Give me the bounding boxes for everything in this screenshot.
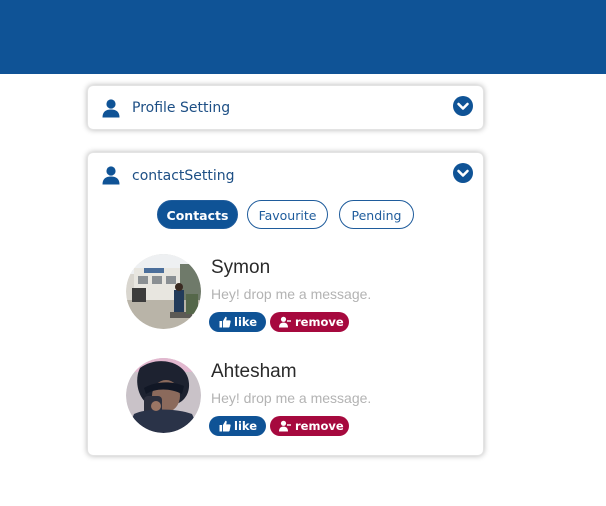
like-label: like [234,419,258,433]
user-icon [102,166,120,185]
user-minus-icon [279,420,291,432]
contact-list-item: Ahtesham Hey! drop me a message. like re… [126,358,466,436]
tab-pending[interactable]: Pending [339,200,414,229]
like-button[interactable]: like [209,416,266,436]
profile-setting-panel: Profile Setting [87,85,484,130]
tab-contacts[interactable]: Contacts [157,200,238,229]
contact-setting-title: contactSetting [132,168,235,184]
remove-label: remove [295,419,344,433]
contact-setting-panel: contactSetting Contacts Favourite Pendin… [87,152,484,456]
contact-list-item: Symon Hey! drop me a message. like remov… [126,254,466,332]
remove-label: remove [295,315,344,329]
contact-setting-header[interactable]: contactSetting [88,153,483,197]
thumbs-up-icon [219,420,231,432]
contact-name: Symon [211,257,271,278]
chevron-down-circle-icon[interactable] [453,96,473,116]
profile-setting-title: Profile Setting [132,100,231,116]
contact-message: Hey! drop me a message. [211,390,372,406]
user-icon [102,99,120,118]
remove-button[interactable]: remove [270,416,349,436]
contact-avatar [126,254,201,329]
user-minus-icon [279,316,291,328]
chevron-down-circle-icon[interactable] [453,163,473,183]
like-button[interactable]: like [209,312,266,332]
contact-avatar [126,358,201,433]
profile-setting-header[interactable]: Profile Setting [88,86,483,130]
contact-message: Hey! drop me a message. [211,286,372,302]
remove-button[interactable]: remove [270,312,349,332]
thumbs-up-icon [219,316,231,328]
contact-name: Ahtesham [211,361,297,382]
top-header-bar [0,0,606,74]
like-label: like [234,315,258,329]
tab-favourite[interactable]: Favourite [247,200,328,229]
